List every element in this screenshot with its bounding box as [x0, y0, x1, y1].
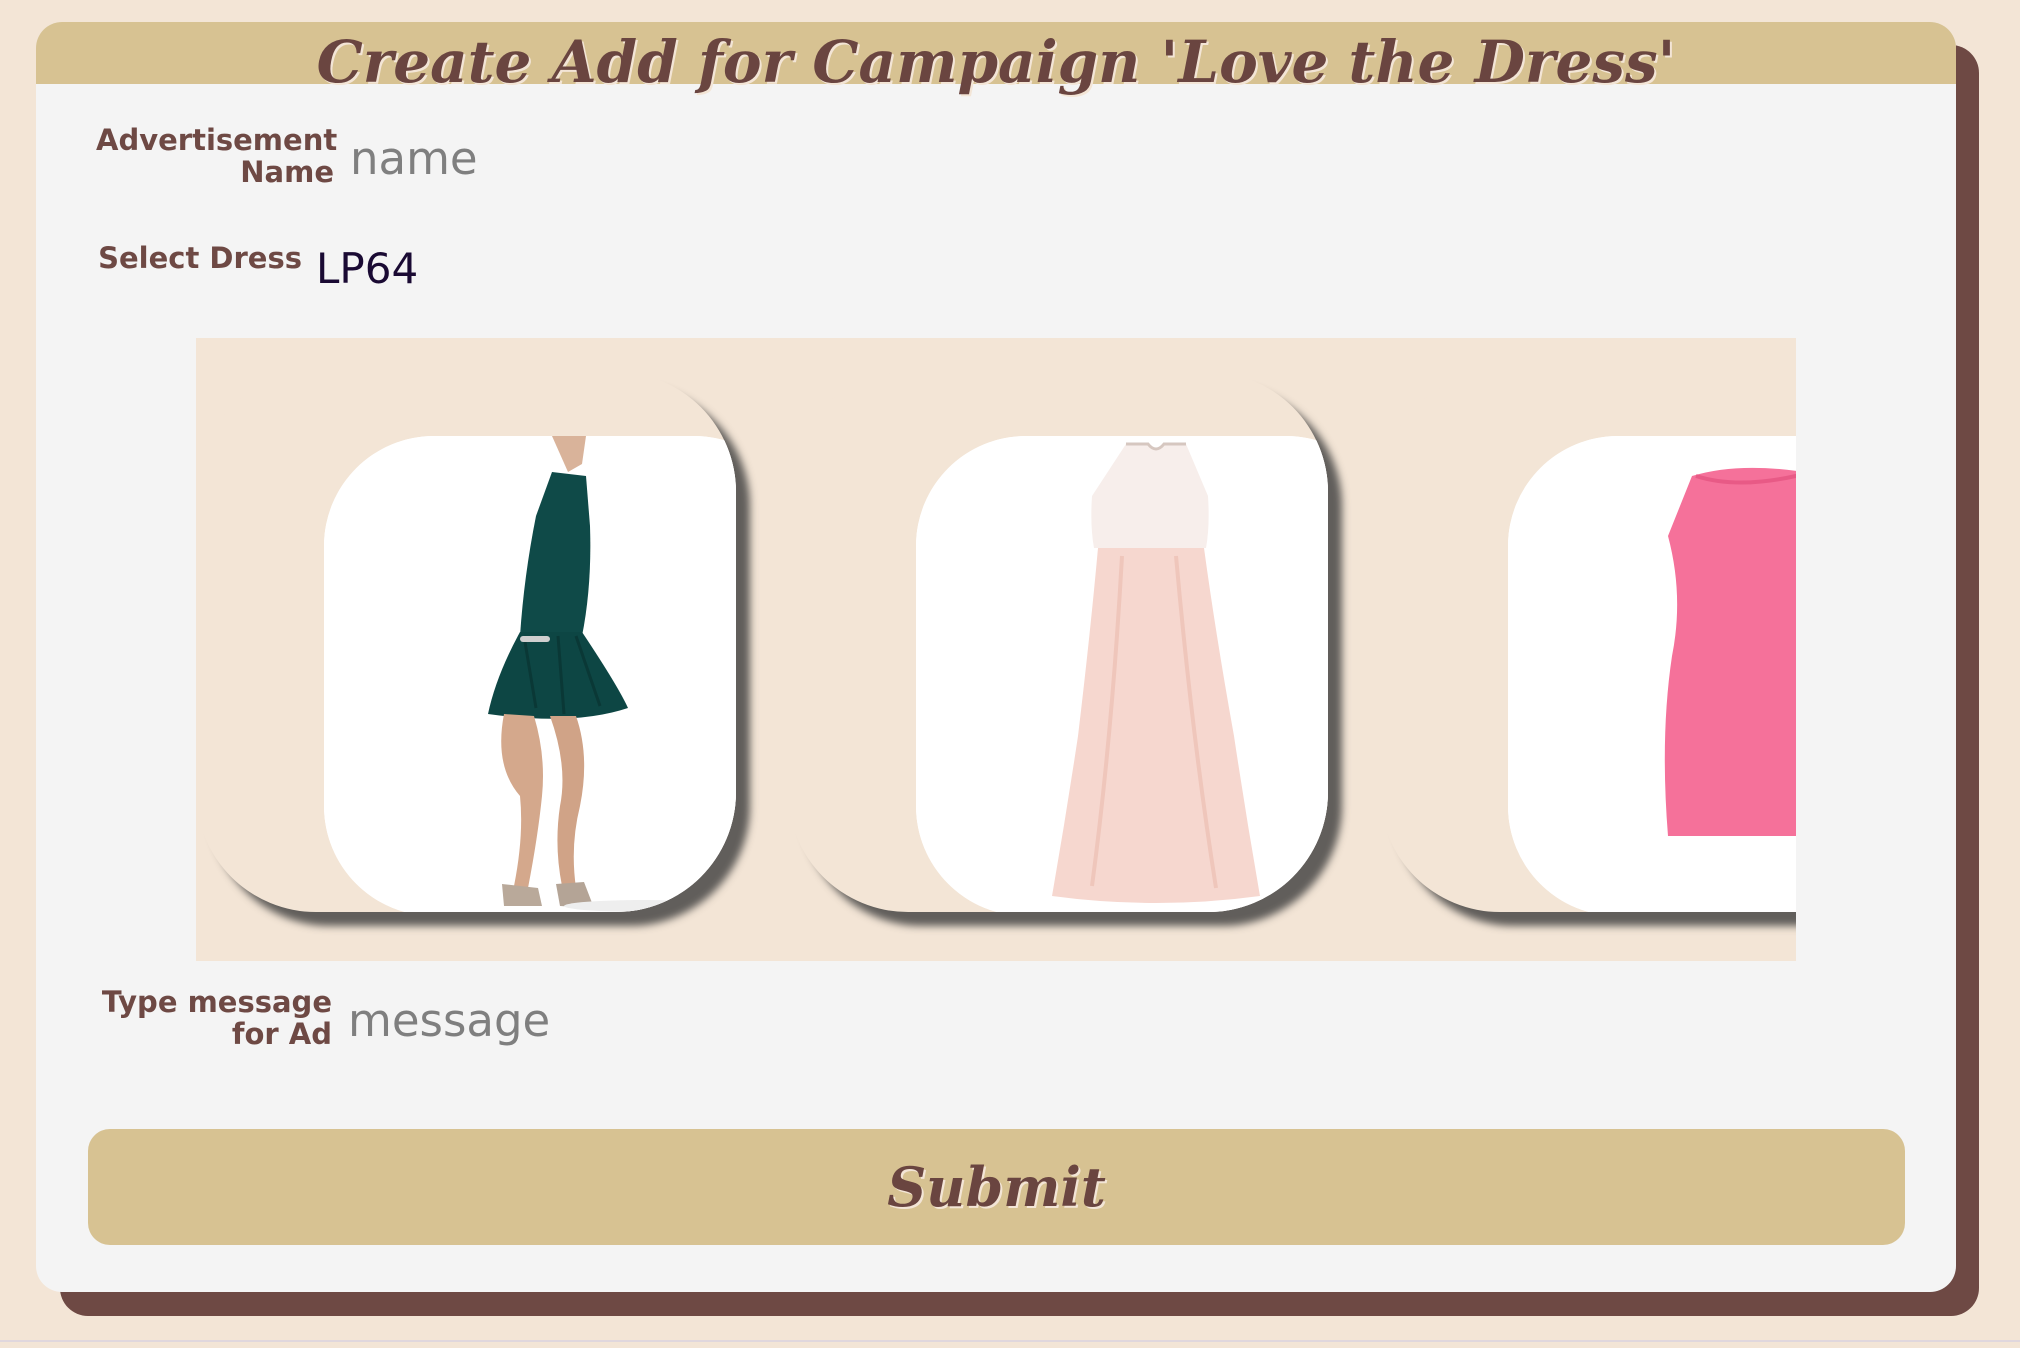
ad-form-card: Create Add for Campaign 'Love the Dress'… [36, 22, 1956, 1292]
submit-button[interactable]: Submit [88, 1129, 1905, 1245]
page-title: Create Add for Campaign 'Love the Dress' [316, 28, 1676, 96]
select-dress-label: Select Dress [98, 241, 302, 275]
message-label-line2: for Ad [231, 1017, 332, 1051]
message-label-line1: Type message [101, 985, 332, 1019]
ad-name-input[interactable] [350, 128, 1250, 188]
dress-option-pink[interactable] [1380, 372, 1796, 912]
teal-dress-photo [324, 436, 736, 912]
ad-name-label-line2: Name [240, 155, 334, 189]
ad-name-label-line1: Advertisement [96, 123, 338, 157]
message-input[interactable] [348, 990, 1248, 1050]
teal-dress-image [324, 436, 736, 912]
dress-option-teal[interactable] [196, 372, 736, 912]
bottom-divider [0, 1340, 2020, 1342]
pink-dress-image [1508, 436, 1796, 912]
message-label: Type message for Ad [96, 986, 332, 1050]
pink-dress-photo [1508, 436, 1796, 912]
blush-dress-image [916, 436, 1328, 912]
selected-dress-value[interactable]: LP64 [316, 244, 418, 293]
dress-carousel[interactable] [196, 338, 1796, 961]
ad-name-label: Advertisement Name [96, 123, 338, 189]
blush-dress-photo [916, 436, 1328, 912]
dress-option-blush[interactable] [788, 372, 1328, 912]
page: Create Add for Campaign 'Love the Dress'… [0, 0, 2020, 1348]
